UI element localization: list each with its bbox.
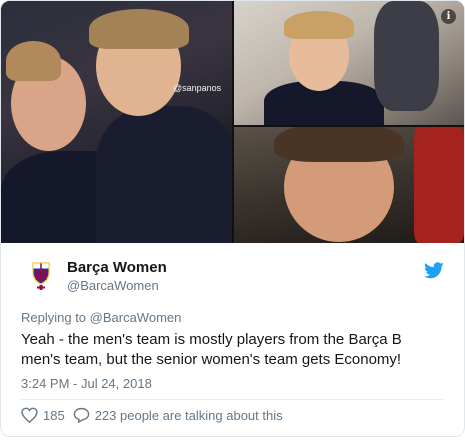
reply-bubble-icon (73, 407, 89, 423)
tweet-actions: 185 223 people are talking about this (21, 405, 291, 425)
heart-icon (21, 407, 38, 423)
info-icon[interactable]: i (441, 9, 456, 24)
seat-back (374, 1, 439, 111)
photo-watermark: @sanpanos (173, 83, 222, 93)
photo-selfie-two-players[interactable]: @sanpanos (1, 1, 232, 243)
twitter-bird-icon[interactable] (424, 262, 444, 279)
author-handle[interactable]: @BarcaWomen (67, 277, 167, 294)
tweet-text: Yeah - the men's team is mostly players … (21, 331, 402, 368)
author-display-name[interactable]: Barça Women (67, 259, 167, 277)
player-hair-left (6, 41, 61, 81)
avatar[interactable] (25, 258, 57, 290)
like-button[interactable]: 185 (21, 407, 65, 423)
divider (21, 399, 444, 400)
like-count: 185 (43, 407, 65, 423)
barca-crest-icon (32, 262, 50, 290)
player-shirt-right (96, 106, 232, 243)
tweet-header: Barça Women @BarcaWomen (1, 251, 464, 303)
reply-context[interactable]: Replying to @BarcaWomen (21, 310, 181, 325)
player-hair-right (89, 9, 189, 49)
tweet-timestamp[interactable]: 3:24 PM - Jul 24, 2018 (21, 376, 152, 391)
author-names[interactable]: Barça Women @BarcaWomen (67, 259, 167, 294)
photo-player-in-seat[interactable]: i (234, 1, 464, 125)
tweet-card: @sanpanos i Barça Women @BarcaWomen Repl… (0, 0, 465, 437)
talking-count-label: 223 people are talking about this (94, 407, 283, 423)
tweet-media-grid[interactable]: @sanpanos i (1, 1, 464, 243)
photo-player-closeup[interactable] (234, 127, 464, 243)
seat-red-backrest (414, 127, 464, 243)
conversation-button[interactable]: 223 people are talking about this (73, 407, 283, 423)
player-hair (274, 127, 404, 162)
player-hair (284, 11, 354, 39)
